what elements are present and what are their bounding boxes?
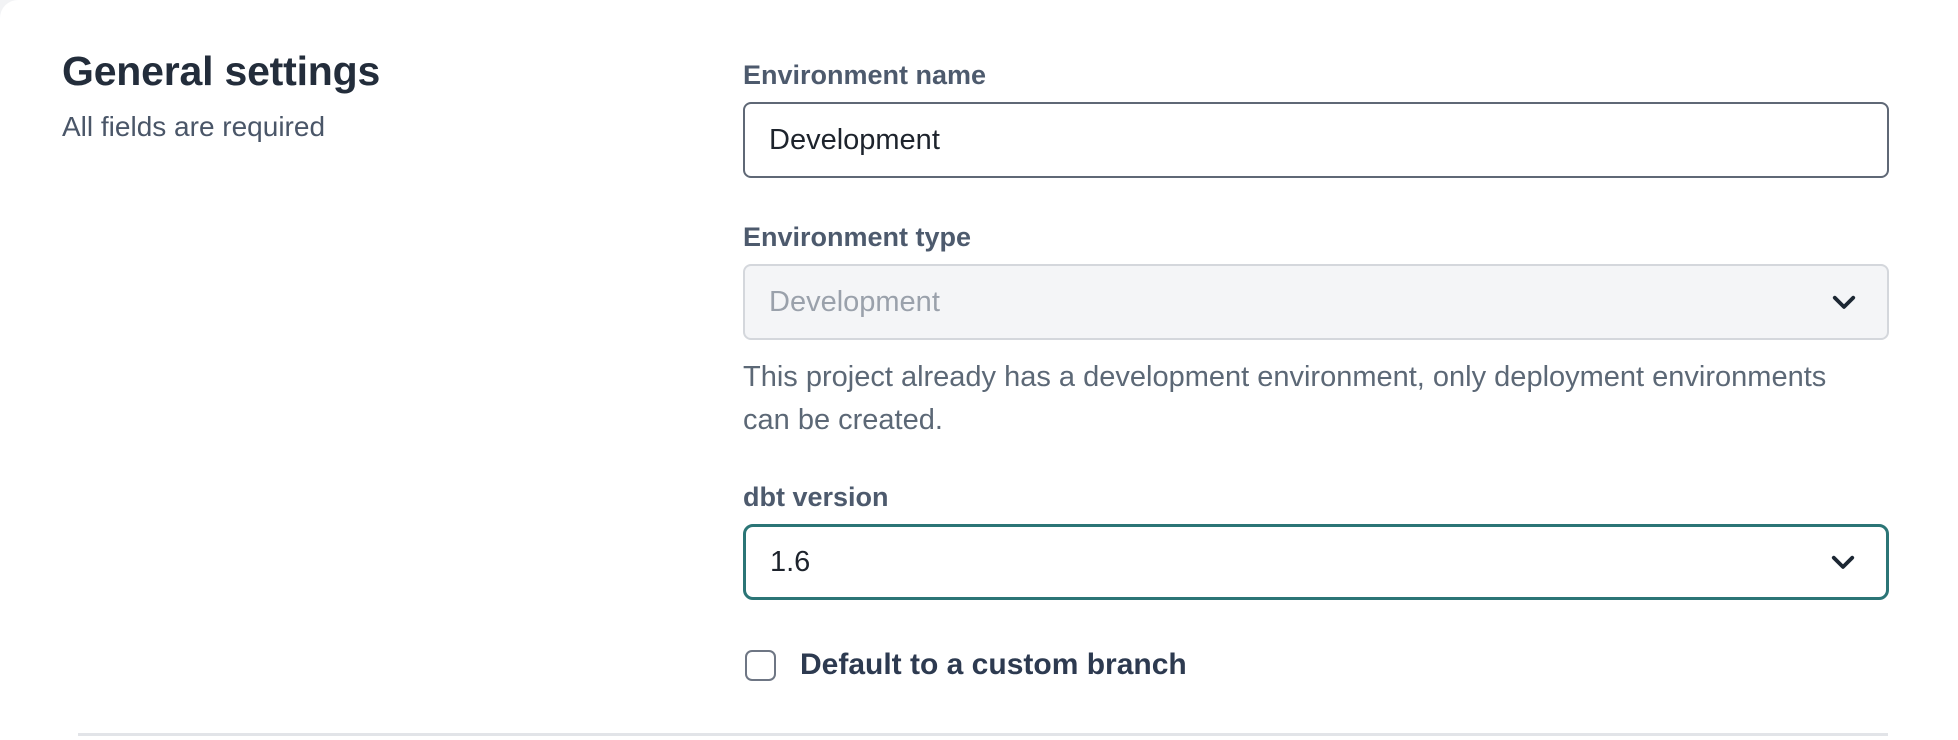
dbt-version-label: dbt version [743,482,1889,512]
custom-branch-label[interactable]: Default to a custom branch [800,648,1187,682]
chevron-down-icon [1827,285,1861,319]
environment-type-helper: This project already has a development e… [743,356,1868,442]
chevron-down-icon [1826,545,1860,579]
page-subtitle: All fields are required [62,111,622,143]
settings-card: General settings All fields are required… [0,0,1958,740]
spacer [743,442,1889,482]
dbt-version-value: 1.6 [770,546,810,579]
environment-type-label: Environment type [743,222,1889,252]
custom-branch-checkbox[interactable] [745,650,776,681]
spacer [743,178,1889,222]
page-title: General settings [62,48,622,95]
environment-name-input[interactable] [743,102,1889,178]
dbt-version-select[interactable]: 1.6 [743,524,1889,600]
environment-type-value: Development [769,286,940,319]
environment-name-label: Environment name [743,60,1889,90]
settings-intro: General settings All fields are required [62,48,622,143]
custom-branch-row: Default to a custom branch [745,648,1889,682]
environment-type-select[interactable]: Development [743,264,1889,340]
general-settings-form: Environment name Environment type Develo… [743,60,1889,682]
section-divider [78,733,1888,736]
